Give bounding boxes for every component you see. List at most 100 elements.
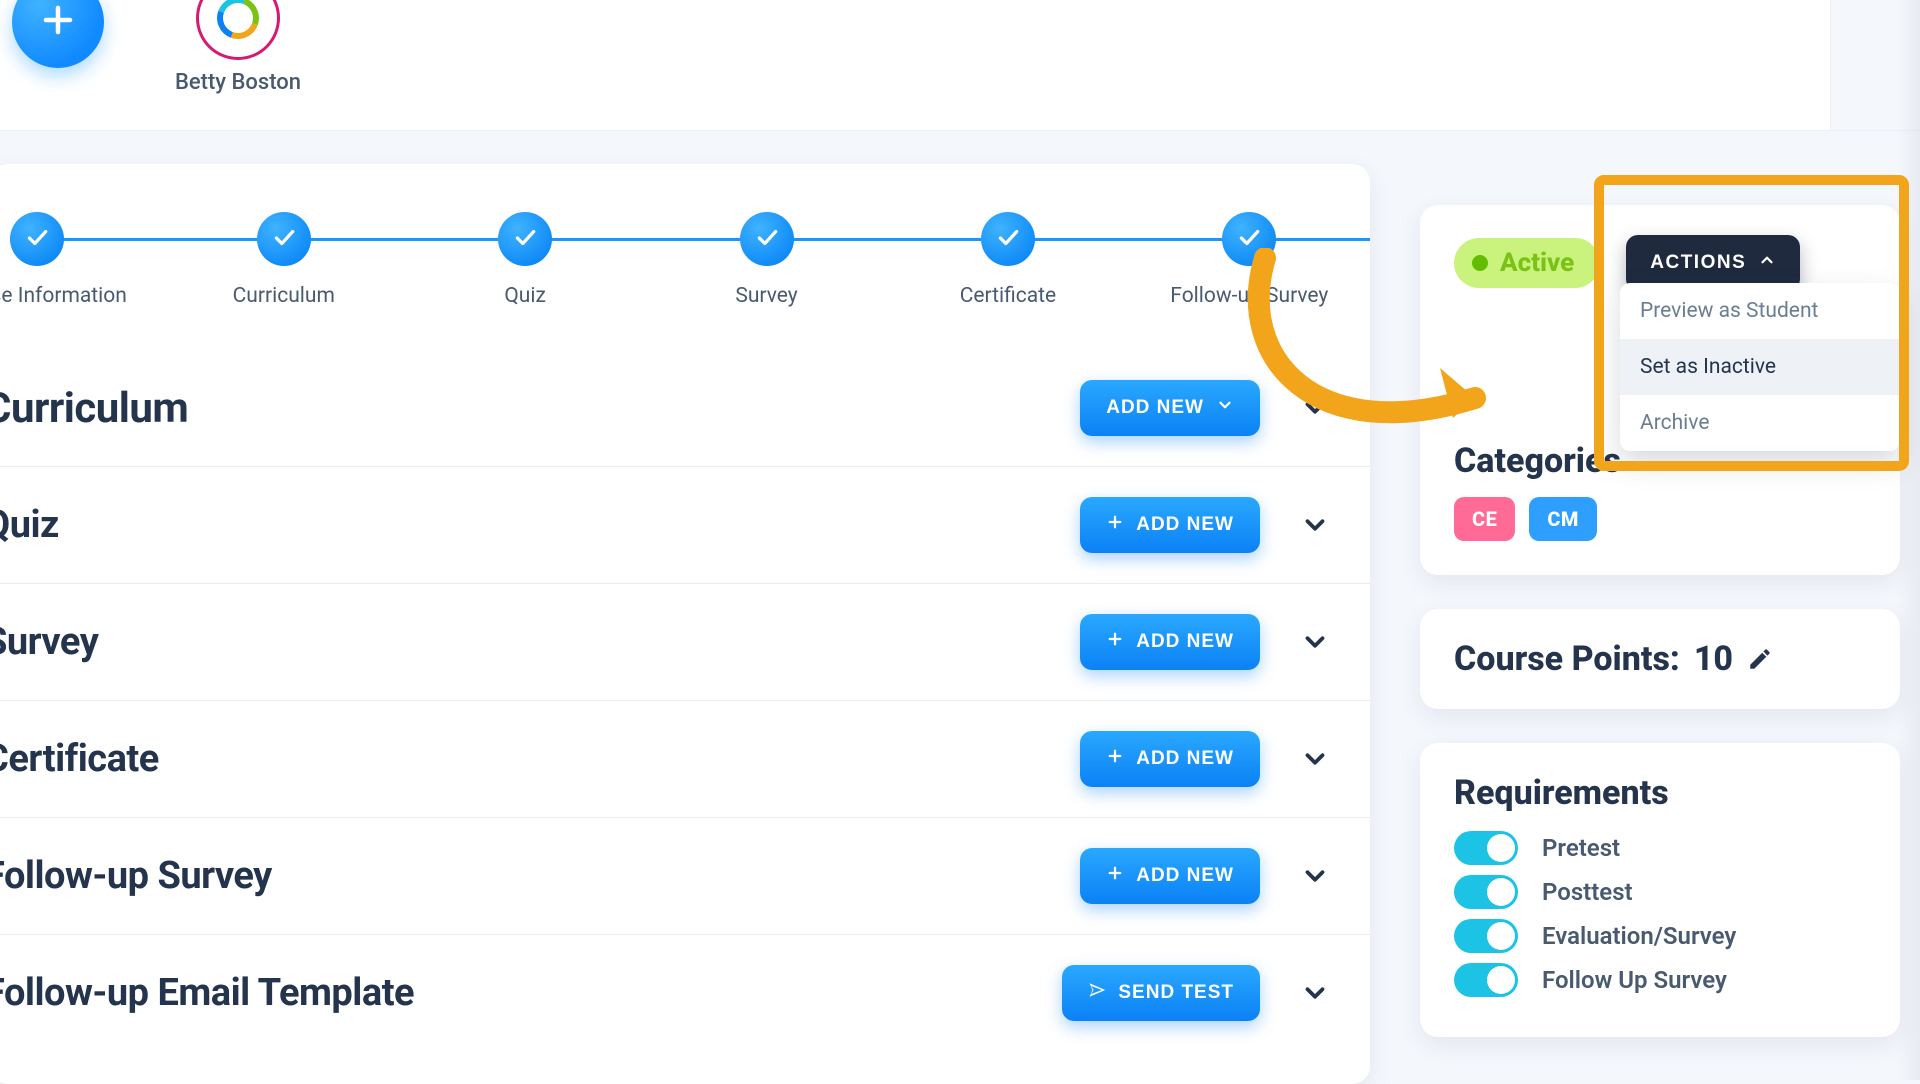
- button-label: ACTIONS: [1650, 252, 1746, 274]
- menu-archive[interactable]: Archive: [1620, 395, 1900, 451]
- button-label: ADD NEW: [1136, 748, 1234, 770]
- check-icon: [1236, 224, 1262, 254]
- plus-icon: [1106, 630, 1124, 654]
- step-survey[interactable]: Survey: [646, 212, 887, 308]
- step-label: Survey: [735, 284, 797, 308]
- button-label: ADD NEW: [1136, 865, 1234, 887]
- expand-quiz-toggle[interactable]: [1300, 510, 1330, 540]
- category-tags: CE CM: [1454, 497, 1866, 541]
- plus-icon: [1106, 747, 1124, 771]
- step-certificate[interactable]: Certificate: [887, 212, 1128, 308]
- menu-set-as-inactive[interactable]: Set as Inactive: [1620, 339, 1900, 395]
- course-points-heading: Course Points: 10: [1454, 639, 1866, 679]
- points-value: 10: [1694, 639, 1733, 679]
- section-title: Curriculum: [0, 384, 188, 433]
- user-badge[interactable]: Betty Boston: [168, 0, 308, 95]
- edit-points-button[interactable]: [1747, 646, 1773, 672]
- check-icon: [995, 224, 1021, 254]
- section-curriculum: Curriculum ADD NEW: [0, 350, 1370, 467]
- toggle-pretest[interactable]: [1454, 831, 1518, 865]
- add-user-button[interactable]: [12, 0, 104, 68]
- step-label: Follow-up Survey: [1170, 284, 1328, 308]
- button-label: ADD NEW: [1106, 397, 1204, 419]
- avatar: [196, 0, 280, 60]
- step-dot: [740, 212, 794, 266]
- section-title: Follow-up Email Template: [0, 971, 414, 1015]
- section-title: Certificate: [0, 737, 159, 781]
- user-name: Betty Boston: [175, 70, 301, 95]
- send-test-email-button[interactable]: SEND TEST: [1062, 965, 1260, 1021]
- step-dot: [257, 212, 311, 266]
- expand-survey-toggle[interactable]: [1300, 627, 1330, 657]
- category-tag-cm[interactable]: CM: [1529, 497, 1597, 541]
- requirement-evaluation: Evaluation/Survey: [1454, 919, 1866, 953]
- add-new-certificate-button[interactable]: ADD NEW: [1080, 731, 1260, 787]
- step-dot: [981, 212, 1035, 266]
- section-followup-email-template: Follow-up Email Template SEND TEST: [0, 935, 1370, 1051]
- requirement-pretest: Pretest: [1454, 831, 1866, 865]
- step-quiz[interactable]: Quiz: [404, 212, 645, 308]
- page-right-edge: [1896, 0, 1920, 1080]
- step-curriculum[interactable]: Curriculum: [163, 212, 404, 308]
- requirement-label: Pretest: [1542, 834, 1620, 862]
- add-new-survey-button[interactable]: ADD NEW: [1080, 614, 1260, 670]
- requirement-label: Posttest: [1542, 878, 1633, 906]
- toggle-posttest[interactable]: [1454, 875, 1518, 909]
- sections: Curriculum ADD NEW Quiz: [0, 350, 1370, 1051]
- check-icon: [24, 224, 50, 254]
- step-course-information[interactable]: Course Information: [0, 212, 163, 308]
- status-pill: Active: [1454, 238, 1600, 288]
- plus-icon: [1106, 864, 1124, 888]
- step-dot: [1222, 212, 1276, 266]
- expand-curriculum-toggle[interactable]: [1300, 393, 1330, 423]
- status-label: Active: [1500, 248, 1574, 278]
- requirements-panel: Requirements Pretest Posttest Evaluation…: [1420, 743, 1900, 1037]
- step-follow-up-survey[interactable]: Follow-up Survey: [1129, 212, 1370, 308]
- plus-icon: [40, 2, 76, 42]
- plus-icon: [1106, 513, 1124, 537]
- step-label: Certificate: [960, 284, 1056, 308]
- add-new-followup-survey-button[interactable]: ADD NEW: [1080, 848, 1260, 904]
- step-dot: [498, 212, 552, 266]
- avatar-logo-icon: [210, 0, 266, 46]
- requirement-followup: Follow Up Survey: [1454, 963, 1866, 997]
- paper-plane-icon: [1088, 981, 1106, 1005]
- section-followup-survey: Follow-up Survey ADD NEW: [0, 818, 1370, 935]
- button-label: SEND TEST: [1118, 982, 1234, 1004]
- requirement-posttest: Posttest: [1454, 875, 1866, 909]
- status-panel: Active ACTIONS Preview as Student Set as…: [1420, 205, 1900, 575]
- status-dot-icon: [1472, 255, 1488, 271]
- chevron-down-icon: [1216, 396, 1234, 420]
- stepper: Course Information Curriculum Quiz: [0, 204, 1370, 340]
- button-label: ADD NEW: [1136, 631, 1234, 653]
- section-survey: Survey ADD NEW: [0, 584, 1370, 701]
- requirements-heading: Requirements: [1454, 773, 1866, 813]
- course-editor-card: Course Information Curriculum Quiz: [0, 164, 1370, 1084]
- top-bar: Betty Boston: [0, 0, 1920, 130]
- check-icon: [512, 224, 538, 254]
- points-label: Course Points:: [1454, 639, 1680, 679]
- step-dot: [10, 212, 64, 266]
- requirement-label: Follow Up Survey: [1542, 966, 1727, 994]
- toggle-evaluation[interactable]: [1454, 919, 1518, 953]
- course-points-panel: Course Points: 10: [1420, 609, 1900, 709]
- chevron-up-icon: [1758, 251, 1776, 275]
- add-new-curriculum-button[interactable]: ADD NEW: [1080, 380, 1260, 436]
- requirement-label: Evaluation/Survey: [1542, 922, 1736, 950]
- step-label: Curriculum: [233, 284, 335, 308]
- expand-followup-email-toggle[interactable]: [1300, 978, 1330, 1008]
- expand-certificate-toggle[interactable]: [1300, 744, 1330, 774]
- category-tag-ce[interactable]: CE: [1454, 497, 1515, 541]
- step-label: Quiz: [504, 284, 546, 308]
- section-quiz: Quiz ADD NEW: [0, 467, 1370, 584]
- step-label: Course Information: [0, 284, 127, 308]
- section-title: Follow-up Survey: [0, 854, 272, 898]
- toggle-followup[interactable]: [1454, 963, 1518, 997]
- right-column: Active ACTIONS Preview as Student Set as…: [1420, 205, 1900, 1037]
- section-title: Survey: [0, 620, 98, 664]
- expand-followup-survey-toggle[interactable]: [1300, 861, 1330, 891]
- section-title: Quiz: [0, 503, 59, 547]
- menu-preview-as-student[interactable]: Preview as Student: [1620, 283, 1900, 339]
- add-new-quiz-button[interactable]: ADD NEW: [1080, 497, 1260, 553]
- actions-dropdown-menu: Preview as Student Set as Inactive Archi…: [1620, 283, 1900, 451]
